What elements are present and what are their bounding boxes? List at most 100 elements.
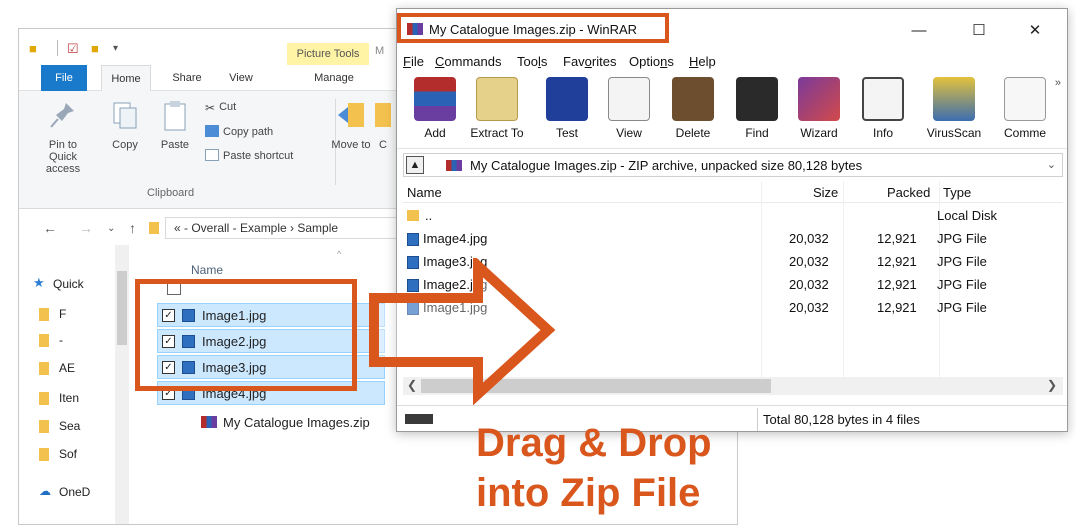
customize-toolbar-icon[interactable]: ▾ bbox=[113, 43, 118, 54]
tab-view[interactable]: View bbox=[219, 65, 263, 91]
cell-packed: 12,921 bbox=[877, 231, 917, 246]
drag-drop-caption: Drag & Drop into Zip File bbox=[476, 418, 712, 518]
tab-file[interactable]: File bbox=[41, 65, 87, 91]
navigation-scrollbar[interactable] bbox=[115, 245, 129, 524]
column-header-packed[interactable]: Packed bbox=[887, 185, 930, 200]
contextual-tab-label: M bbox=[375, 45, 385, 57]
address-input[interactable]: « - Overall - Example › Sample bbox=[165, 217, 425, 239]
toolbar-label: Info bbox=[872, 126, 893, 140]
view-glasses-icon bbox=[608, 77, 650, 121]
up-one-level-icon[interactable]: ▲ bbox=[406, 156, 424, 174]
cell-size: 20,032 bbox=[789, 231, 829, 246]
menu-label-post: s bbox=[667, 54, 674, 69]
add-button[interactable]: Add bbox=[405, 77, 465, 140]
scissors-icon: ✂ bbox=[205, 101, 216, 115]
pin-to-quick-access-button[interactable]: Pin to Quick access bbox=[37, 99, 89, 175]
pin-label: Pin to Quick access bbox=[45, 139, 81, 175]
nav-label: - bbox=[59, 333, 63, 347]
toolbar-label: Test bbox=[555, 126, 578, 140]
toolbar-label: Wizard bbox=[800, 126, 838, 140]
copy-button[interactable]: Copy bbox=[105, 99, 145, 151]
copy-to-icon bbox=[375, 103, 391, 127]
maximize-button[interactable]: ☐ bbox=[959, 19, 999, 43]
copy-path-button[interactable]: Copy path bbox=[205, 125, 273, 138]
nav-quick-access[interactable]: ★ Quick bbox=[33, 275, 84, 291]
cut-button[interactable]: ✂ Cut bbox=[205, 101, 236, 115]
copy-to-label: C bbox=[379, 139, 387, 151]
menu-file[interactable]: File bbox=[403, 54, 424, 69]
folder-icon bbox=[39, 420, 49, 433]
menu-tools[interactable]: Tools bbox=[517, 54, 547, 69]
test-button[interactable]: Test bbox=[537, 77, 597, 140]
virusscan-button[interactable]: VirusScan bbox=[921, 77, 987, 140]
column-header-type[interactable]: Type bbox=[943, 185, 971, 200]
toolbar-label: Extract To bbox=[470, 126, 524, 140]
file-name: My Catalogue Images.zip bbox=[223, 415, 370, 430]
tab-home[interactable]: Home bbox=[101, 65, 151, 91]
title-highlight bbox=[397, 13, 669, 43]
view-button[interactable]: View bbox=[599, 77, 659, 140]
menu-options[interactable]: Options bbox=[629, 54, 674, 69]
menu-label-post: ile bbox=[410, 54, 424, 69]
cell-name: Image4.jpg bbox=[423, 231, 488, 246]
folder-icon bbox=[39, 334, 49, 347]
nav-item[interactable]: AE bbox=[39, 361, 75, 375]
folder-icon bbox=[39, 392, 49, 405]
column-header-name[interactable]: Name bbox=[191, 263, 223, 277]
table-row[interactable]: Image4.jpg 20,032 12,921 JPG File bbox=[403, 228, 1063, 251]
paste-shortcut-button[interactable]: Paste shortcut bbox=[205, 149, 293, 162]
nav-item[interactable]: Iten bbox=[39, 391, 79, 405]
nav-item[interactable]: Sea bbox=[39, 419, 80, 433]
comment-button[interactable]: Comme bbox=[995, 77, 1055, 140]
find-button[interactable]: Find bbox=[727, 77, 787, 140]
move-to-button[interactable]: Move to bbox=[325, 99, 377, 151]
menu-help[interactable]: Help bbox=[689, 54, 716, 69]
table-row[interactable]: .. Local Disk bbox=[403, 205, 1063, 228]
cell-type: Local Disk bbox=[937, 208, 997, 223]
nav-onedrive[interactable]: ☁ OneD bbox=[39, 484, 90, 499]
drive-icon bbox=[405, 414, 433, 424]
menu-commands[interactable]: Commands bbox=[435, 54, 501, 69]
tab-manage[interactable]: Manage bbox=[305, 65, 363, 91]
new-folder-icon[interactable]: ■ bbox=[91, 41, 99, 56]
winrar-archive-icon bbox=[201, 416, 217, 428]
paste-shortcut-label: Paste shortcut bbox=[223, 150, 294, 162]
menu-label-pre: Optio bbox=[629, 54, 661, 69]
nav-item[interactable]: Sof bbox=[39, 447, 78, 461]
cell-name: .. bbox=[425, 208, 433, 223]
minimize-button[interactable]: — bbox=[899, 19, 939, 43]
column-header-size[interactable]: Size bbox=[813, 185, 838, 200]
archive-path-bar[interactable]: ▲ My Catalogue Images.zip - ZIP archive,… bbox=[403, 153, 1063, 177]
recent-locations-icon[interactable]: ⌄ bbox=[107, 223, 115, 234]
tab-share[interactable]: Share bbox=[165, 65, 209, 91]
wizard-button[interactable]: Wizard bbox=[789, 77, 849, 140]
column-header-name[interactable]: Name bbox=[407, 185, 442, 200]
menu-favorites[interactable]: Favorites bbox=[563, 54, 616, 69]
picture-tools-tab[interactable]: Picture Tools bbox=[287, 43, 369, 65]
cell-size: 20,032 bbox=[789, 300, 829, 315]
properties-icon[interactable]: ☑ bbox=[67, 41, 79, 57]
paste-button[interactable]: Paste bbox=[155, 99, 195, 151]
nav-item[interactable]: F bbox=[39, 307, 66, 321]
close-button[interactable]: ✕ bbox=[1015, 19, 1055, 43]
copy-to-button[interactable]: C bbox=[373, 99, 393, 151]
menu-accelerator: C bbox=[435, 54, 445, 69]
winrar-titlebar: My Catalogue Images.zip - WinRAR — ☐ ✕ bbox=[397, 9, 1067, 49]
menu-label-post: s bbox=[540, 54, 548, 69]
back-icon[interactable]: ← bbox=[43, 220, 57, 236]
scrollbar-thumb[interactable] bbox=[117, 271, 127, 345]
delete-button[interactable]: Delete bbox=[663, 77, 723, 140]
nav-item[interactable]: - bbox=[39, 333, 63, 347]
scroll-right-icon[interactable]: ❯ bbox=[1047, 378, 1057, 392]
cell-size: 20,032 bbox=[789, 277, 829, 292]
info-button[interactable]: Info bbox=[853, 77, 913, 140]
chevron-down-icon[interactable]: ⌄ bbox=[1047, 158, 1056, 171]
zip-file-item[interactable]: My Catalogue Images.zip bbox=[201, 415, 370, 430]
forward-icon[interactable]: → bbox=[79, 220, 93, 236]
move-to-icon bbox=[338, 103, 364, 127]
nav-label: Sof bbox=[59, 447, 78, 461]
toolbar-overflow-icon[interactable]: » bbox=[1055, 77, 1061, 89]
up-icon[interactable]: ↑ bbox=[129, 220, 136, 236]
winrar-archive-icon bbox=[446, 160, 462, 171]
extract-to-button[interactable]: Extract To bbox=[467, 77, 527, 140]
